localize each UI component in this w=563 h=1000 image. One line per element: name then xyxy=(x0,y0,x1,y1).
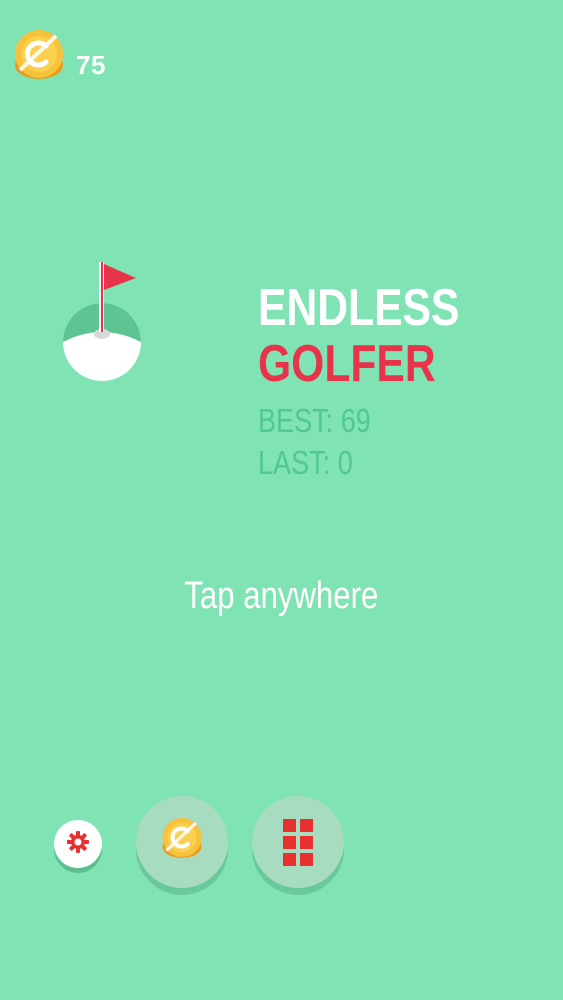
golf-hole-logo xyxy=(58,256,148,386)
shop-button[interactable] xyxy=(136,796,228,888)
gear-icon xyxy=(67,830,89,858)
game-title-line1: ENDLESS xyxy=(258,279,460,337)
coin-counter: 75 xyxy=(12,30,122,84)
levels-button[interactable] xyxy=(252,796,344,888)
coin-icon xyxy=(12,30,66,84)
coin-count: 75 xyxy=(76,50,106,80)
settings-button[interactable] xyxy=(54,820,102,868)
game-title-line2: GOLFER xyxy=(258,335,436,393)
coin-icon xyxy=(160,817,204,867)
tap-hint[interactable]: Tap anywhere xyxy=(0,574,563,618)
last-score: LAST: 0 xyxy=(258,444,353,481)
best-score: BEST: 69 xyxy=(258,402,371,439)
tap-hint-text: Tap anywhere xyxy=(184,575,379,617)
grid-icon xyxy=(283,818,313,866)
